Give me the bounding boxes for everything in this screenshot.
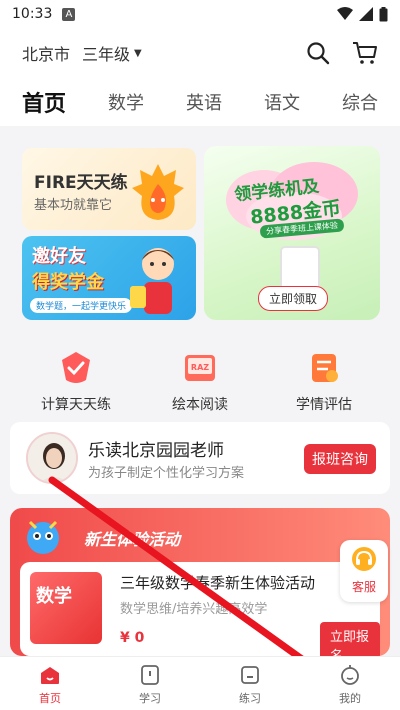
raz-book-icon: RAZ — [185, 355, 215, 381]
teacher-photo-icon — [28, 434, 76, 482]
svg-text:RAZ: RAZ — [191, 363, 209, 372]
enroll-consult-button[interactable]: 报班咨询 — [304, 444, 376, 474]
fire-practice-card[interactable]: FIRE天天练 基本功就靠它 — [22, 148, 196, 230]
shortcut-label: 计算天天练 — [41, 397, 111, 413]
course-thumbnail-label: 数学 — [36, 586, 72, 607]
search-icon[interactable] — [306, 41, 330, 65]
check-shield-icon — [62, 352, 90, 383]
chevron-down-icon[interactable]: ▼ — [134, 48, 142, 59]
battery-icon — [379, 6, 388, 21]
tab-english[interactable]: 英语 — [186, 89, 222, 115]
invite-friend-card[interactable]: 邀好友 得奖学金 数学题，一起学更快乐 — [22, 236, 196, 320]
nav-label: 学习 — [139, 692, 161, 705]
invite-card-line1: 邀好友 — [32, 246, 86, 267]
shortcut-label: 绘本阅读 — [172, 397, 228, 413]
tab-home[interactable]: 首页 — [22, 86, 66, 118]
activity-banner[interactable]: 新生体验活动 数学 三年级数学春季新生体验活动 数学思维/培养兴趣高效学 ¥ 0… — [10, 508, 390, 656]
home-icon — [41, 667, 59, 684]
notification-app-icon: A — [62, 7, 76, 21]
tab-comprehensive[interactable]: 综合 — [342, 89, 378, 115]
wifi-icon — [337, 7, 353, 20]
promo-banner[interactable]: 领学练机及 8888金币 分享春季班上课体验 立即领取 — [204, 146, 380, 320]
course-description: 数学思维/培养兴趣高效学 — [120, 602, 268, 617]
report-icon — [312, 354, 338, 382]
bottom-nav: 首页 学习 练习 我的 — [0, 656, 400, 710]
nav-label: 首页 — [39, 692, 61, 705]
status-bar: 10:33 A — [0, 0, 400, 28]
nav-label: 练习 — [239, 692, 261, 705]
course-price: ¥ 0 — [120, 630, 145, 646]
home-content: FIRE天天练 基本功就靠它 邀好友 得奖学金 数学题，一起学更快乐 领学练机及… — [0, 126, 400, 656]
book-icon — [141, 665, 159, 685]
nav-home[interactable]: 首页 — [0, 657, 100, 710]
shortcut-assessment[interactable]: 学情评估 — [274, 348, 374, 414]
tab-chinese[interactable]: 语文 — [264, 89, 300, 115]
headset-icon — [352, 547, 376, 571]
kid-illustration-icon — [130, 248, 174, 314]
location-selector[interactable]: 北京市 — [22, 41, 70, 65]
fire-card-subtitle: 基本功就靠它 — [34, 198, 113, 213]
customer-service-label: 客服 — [351, 580, 376, 594]
mascot-icon — [27, 520, 59, 554]
nav-practice[interactable]: 练习 — [200, 657, 300, 710]
status-time: 10:33 — [12, 6, 53, 22]
signal-icon — [359, 7, 373, 21]
course-title: 三年级数学春季新生体验活动 — [120, 574, 316, 592]
course-thumbnail: 数学 — [30, 572, 102, 644]
fire-card-title: FIRE天天练 — [34, 173, 128, 193]
shortcut-calc-practice[interactable]: 计算天天练 — [26, 348, 126, 414]
nav-study[interactable]: 学习 — [100, 657, 200, 710]
invite-card-pill: 数学题，一起学更快乐 — [30, 298, 133, 313]
course-card[interactable]: 数学 三年级数学春季新生体验活动 数学思维/培养兴趣高效学 ¥ 0 立即报名 — [20, 562, 380, 656]
status-right-icons — [337, 6, 388, 22]
teacher-name: 乐读北京园园老师 — [88, 441, 224, 461]
nav-label: 我的 — [339, 692, 361, 705]
flame-icon — [132, 164, 184, 220]
practice-icon — [241, 666, 259, 684]
claim-now-button[interactable]: 立即领取 — [258, 286, 329, 311]
shortcut-label: 学情评估 — [296, 397, 352, 413]
nav-mine[interactable]: 我的 — [300, 657, 400, 710]
invite-card-line2: 得奖学金 — [32, 272, 104, 293]
tab-math[interactable]: 数学 — [108, 89, 144, 115]
profile-face-icon — [341, 665, 359, 685]
customer-service-button[interactable]: 客服 — [340, 540, 388, 602]
top-bar: 北京市 三年级 ▼ — [0, 28, 400, 78]
subject-tabs: 首页 数学 英语 语文 综合 — [0, 78, 400, 126]
grade-selector[interactable]: 三年级 — [82, 41, 130, 65]
teacher-avatar — [26, 432, 78, 484]
cart-icon[interactable] — [352, 41, 378, 65]
sign-up-button[interactable]: 立即报名 — [320, 622, 380, 656]
teacher-card[interactable]: 乐读北京园园老师 为孩子制定个性化学习方案 报班咨询 — [10, 422, 390, 494]
shortcut-picture-book[interactable]: RAZ 绘本阅读 — [150, 348, 250, 414]
activity-title: 新生体验活动 — [84, 530, 181, 549]
teacher-subtitle: 为孩子制定个性化学习方案 — [88, 466, 245, 481]
